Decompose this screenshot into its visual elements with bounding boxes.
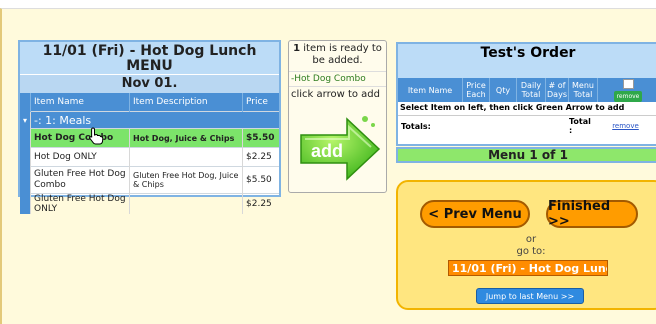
order-instructions: Select Item on left, then click Green Ar…	[398, 102, 656, 116]
finished-button[interactable]: Finished >>	[546, 199, 638, 229]
ready-message: 1 item is ready to be added.	[289, 41, 386, 72]
item-name: Gluten Free Hot Dog Combo	[30, 166, 130, 194]
add-panel: 1 item is ready to be added. -Hot Dog Co…	[288, 40, 387, 193]
menu-counter: Menu 1 of 1	[396, 147, 656, 163]
menu-date: Nov 01.	[20, 74, 279, 93]
order-panel: Test's Order Item Name Price Each Qty Da…	[396, 42, 656, 146]
collapse-icon[interactable]: ▾	[20, 111, 31, 129]
ready-item: -Hot Dog Combo	[289, 72, 386, 87]
col-daily-total: Daily Total	[516, 78, 545, 102]
add-label: add	[311, 141, 343, 161]
col-price: Price	[242, 93, 279, 112]
select-all-checkbox[interactable]	[622, 78, 634, 89]
jump-last-menu-button[interactable]: Jump to last Menu >>	[476, 288, 584, 304]
item-name: Gluten Free Hot Dog ONLY	[30, 193, 130, 214]
item-price: $5.50	[242, 128, 279, 148]
group-row-meals[interactable]: ▾ -: 1: Meals	[20, 111, 279, 129]
nav-panel: < Prev Menu Finished >> or go to: 11/01 …	[396, 180, 656, 310]
col-price-each: Price Each	[462, 78, 489, 102]
totals-label: Totals:	[401, 121, 431, 131]
remove-all-button[interactable]: remove	[613, 90, 643, 102]
indent-cell	[20, 93, 31, 112]
menu-item-row[interactable]: Hot Dog ONLY $2.25	[20, 147, 279, 167]
col-menu-total: Menu Total	[568, 78, 597, 102]
goto-label: go to:	[516, 246, 546, 257]
item-description: Gluten Free Hot Dog, Juice & Chips	[129, 166, 243, 194]
item-name: Hot Dog ONLY	[30, 147, 130, 167]
item-name: Hot Dog Combo	[30, 128, 130, 148]
menu-item-row[interactable]: Gluten Free Hot Dog Combo Gluten Free Ho…	[20, 166, 279, 194]
item-price: $5.50	[242, 166, 279, 194]
item-price: $2.25	[242, 193, 279, 214]
menu-select-value: 11/01 (Fri) - Hot Dog Lunch	[452, 262, 608, 275]
group-label: -: 1: Meals	[30, 111, 279, 129]
col-item-name: Item Name	[30, 93, 130, 112]
add-arrow-icon: add	[300, 116, 381, 181]
menu-table: Item Name Item Description Price ▾ -: 1:…	[20, 93, 279, 214]
menu-item-row[interactable]: Gluten Free Hot Dog ONLY $2.25	[20, 193, 279, 214]
item-description	[129, 147, 243, 167]
menu-item-row[interactable]: Hot Dog Combo Hot Dog, Juice & Chips $5.…	[20, 128, 279, 148]
item-description	[129, 193, 243, 214]
ready-count: 1	[293, 43, 301, 54]
col-item-description: Item Description	[129, 93, 243, 112]
order-totals-row: Totals: Total : remove	[398, 116, 656, 136]
col-num-days: # of Days	[545, 78, 568, 102]
item-price: $2.25	[242, 147, 279, 167]
col-remove: remove	[597, 78, 656, 102]
prev-menu-button[interactable]: < Prev Menu	[420, 200, 530, 228]
menu-select[interactable]: 11/01 (Fri) - Hot Dog Lunch ▾	[448, 260, 608, 276]
menu-panel: 11/01 (Fri) - Hot Dog Lunch MENU Nov 01.…	[18, 40, 281, 214]
total-label: Total :	[569, 117, 591, 135]
ready-text: item is ready to be added.	[303, 43, 382, 66]
menu-title: 11/01 (Fri) - Hot Dog Lunch MENU	[20, 42, 279, 74]
remove-link[interactable]: remove	[593, 122, 656, 130]
col-qty: Qty	[489, 78, 516, 102]
order-header-row: Item Name Price Each Qty Daily Total # o…	[398, 78, 656, 102]
or-label: or	[525, 234, 537, 245]
add-hint: click arrow to add	[291, 89, 380, 100]
col-item-name: Item Name	[407, 85, 453, 95]
hand-cursor-icon	[89, 127, 104, 145]
order-title: Test's Order	[398, 44, 656, 78]
item-description: Hot Dog, Juice & Chips	[129, 128, 243, 148]
add-arrow-button[interactable]: add	[297, 111, 381, 181]
